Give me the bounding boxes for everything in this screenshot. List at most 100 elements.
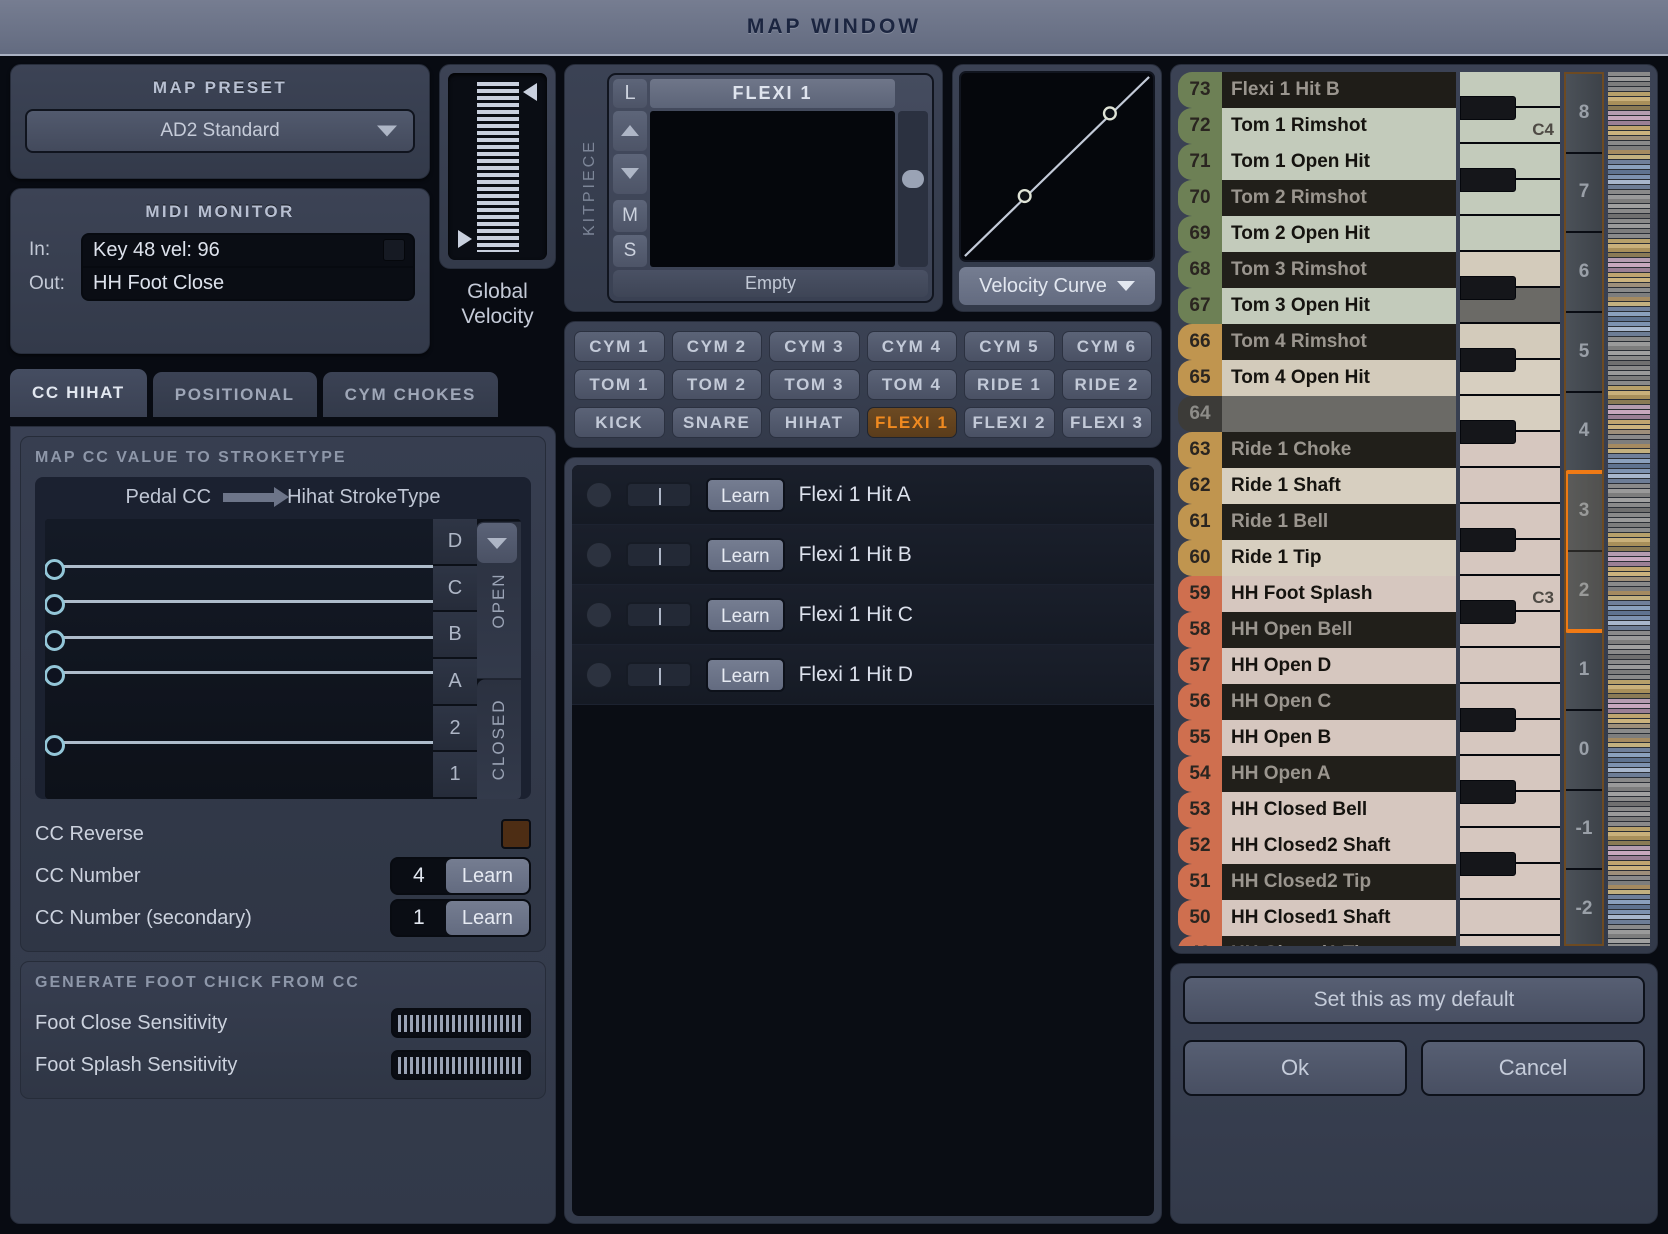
cc-number-secondary-value[interactable]: 1 (392, 901, 446, 935)
tab-positional[interactable]: POSITIONAL (152, 372, 317, 417)
stroke-threshold-lines[interactable] (45, 519, 433, 799)
note-row[interactable]: 60 Ride 1 Tip (1178, 540, 1456, 576)
foot-splash-sensitivity-slider[interactable] (391, 1050, 531, 1080)
kitpiece-scroll-thumb[interactable] (902, 170, 924, 189)
piano-black-key[interactable] (1460, 348, 1516, 372)
note-row[interactable]: 68 Tom 3 Rimshot (1178, 252, 1456, 288)
kitpiece-list[interactable] (650, 110, 895, 267)
note-row[interactable]: 63 Ride 1 Choke (1178, 432, 1456, 468)
cc-number-value[interactable]: 4 (392, 859, 446, 893)
note-row[interactable]: 53 HH Closed Bell (1178, 792, 1456, 828)
piano-white-key[interactable] (1460, 276, 1560, 324)
stroke-preset-dropdown[interactable] (477, 523, 517, 563)
pad-button-tom-1[interactable]: TOM 1 (574, 369, 665, 400)
hit-velocity-slider[interactable] (626, 541, 692, 568)
octave-7[interactable]: 7 (1566, 153, 1602, 234)
tab-cym-chokes[interactable]: CYM CHOKES (322, 372, 498, 417)
kitpiece-mute-button[interactable]: M (613, 199, 647, 232)
hit-learn-button[interactable]: Learn (706, 597, 785, 632)
cc-number-learn-button[interactable]: Learn (445, 859, 529, 893)
stroke-cell-c[interactable]: C (433, 565, 477, 613)
piano-white-key[interactable] (1460, 168, 1560, 216)
stroke-grid[interactable]: D C B A 2 1 OPEN CLOSED (45, 519, 521, 799)
kitpiece-prev-button[interactable] (613, 110, 647, 151)
hit-learn-button[interactable]: Learn (706, 477, 785, 512)
note-row[interactable]: 59 HH Foot Splash (1178, 576, 1456, 612)
octave-4[interactable]: 4 (1566, 392, 1602, 473)
note-row[interactable]: 61 Ride 1 Bell (1178, 504, 1456, 540)
note-row[interactable]: 49HH Closed1 Tip (1178, 936, 1456, 946)
stroke-cell-d[interactable]: D (433, 519, 477, 566)
note-row[interactable]: 69 Tom 2 Open Hit (1178, 216, 1456, 252)
kitpiece-solo-button[interactable]: S (613, 234, 647, 267)
pad-button-kick[interactable]: KICK (574, 407, 665, 438)
hit-velocity-slider[interactable] (626, 481, 692, 508)
tab-cc-hihat[interactable]: CC HIHAT (10, 369, 147, 417)
note-row[interactable]: 58 HH Open Bell (1178, 612, 1456, 648)
velocity-curve-button[interactable]: Velocity Curve (959, 267, 1155, 305)
note-row[interactable]: 57 HH Open D (1178, 648, 1456, 684)
octave-0[interactable]: 0 (1566, 711, 1602, 791)
midi-note-list[interactable]: 73 Flexi 1 Hit B 72 Tom 1 Rimshot 71 Tom 1 Op… (1178, 72, 1456, 946)
pad-button-tom-2[interactable]: TOM 2 (671, 369, 762, 400)
ok-button[interactable]: Ok (1183, 1040, 1407, 1096)
pad-button-cym-3[interactable]: CYM 3 (769, 331, 860, 362)
stroke-cell-b[interactable]: B (433, 612, 477, 660)
stroke-cell-2[interactable]: 2 (433, 705, 477, 753)
stroke-cell-1[interactable]: 1 (433, 752, 477, 799)
pad-button-tom-3[interactable]: TOM 3 (769, 369, 860, 400)
piano-black-key[interactable] (1460, 780, 1516, 804)
pad-button-flexi-2[interactable]: FLEXI 2 (964, 407, 1055, 438)
pad-button-snare[interactable]: SNARE (671, 407, 762, 438)
piano-black-key[interactable] (1460, 528, 1516, 552)
kitpiece-next-button[interactable] (613, 153, 647, 194)
map-preset-dropdown[interactable]: AD2 Standard (25, 109, 415, 153)
stroke-cell-a[interactable]: A (433, 659, 477, 706)
threshold-handle-c[interactable] (45, 594, 433, 615)
note-row[interactable]: 52 HH Closed2 Shaft (1178, 828, 1456, 864)
note-row[interactable]: 71 Tom 1 Open Hit (1178, 144, 1456, 180)
pad-button-ride-2[interactable]: RIDE 2 (1061, 369, 1152, 400)
note-row[interactable]: 65 Tom 4 Open Hit (1178, 360, 1456, 396)
hit-velocity-slider[interactable] (626, 661, 692, 688)
piano-white-key[interactable] (1460, 648, 1560, 684)
octave-6[interactable]: 6 (1566, 233, 1602, 313)
octave-view-selector[interactable] (1566, 470, 1602, 634)
note-row[interactable]: 51 HH Closed2 Tip (1178, 864, 1456, 900)
piano-white-key[interactable] (1460, 216, 1560, 252)
pad-button-flexi-3[interactable]: FLEXI 3 (1061, 407, 1152, 438)
pad-button-flexi-1[interactable]: FLEXI 1 (866, 407, 957, 438)
piano-black-key[interactable] (1460, 420, 1516, 444)
hit-learn-button[interactable]: Learn (706, 657, 785, 692)
piano-white-key[interactable] (1460, 936, 1560, 946)
octave-5[interactable]: 5 (1566, 312, 1602, 393)
hit-learn-button[interactable]: Learn (706, 537, 785, 572)
kitpiece-lock-button[interactable]: L (613, 79, 647, 108)
threshold-handle-2[interactable] (45, 735, 433, 756)
cc-number-secondary-learn-button[interactable]: Learn (445, 901, 529, 935)
octave-1[interactable]: 1 (1566, 631, 1602, 711)
piano-keyboard[interactable]: C4 C3 (1460, 72, 1560, 946)
note-row[interactable]: 55 HH Open B (1178, 720, 1456, 756)
global-velocity-slider[interactable] (448, 73, 547, 260)
piano-black-key[interactable] (1460, 168, 1516, 192)
threshold-handle-d[interactable] (45, 559, 433, 580)
note-row[interactable]: 66 Tom 4 Rimshot (1178, 324, 1456, 360)
cancel-button[interactable]: Cancel (1421, 1040, 1645, 1096)
piano-white-key[interactable] (1460, 780, 1560, 828)
octave-minus1[interactable]: -1 (1566, 790, 1602, 871)
note-row[interactable]: 72 Tom 1 Rimshot (1178, 108, 1456, 144)
piano-white-key[interactable] (1460, 600, 1560, 648)
piano-white-key[interactable] (1460, 468, 1560, 504)
piano-white-key[interactable] (1460, 420, 1560, 468)
cc-reverse-toggle[interactable] (501, 819, 531, 849)
note-row[interactable]: 64 (1178, 396, 1456, 432)
piano-white-key[interactable] (1460, 852, 1560, 900)
piano-black-key[interactable] (1460, 708, 1516, 732)
pad-button-tom-4[interactable]: TOM 4 (866, 369, 957, 400)
set-default-button[interactable]: Set this as my default (1183, 976, 1645, 1024)
note-row[interactable]: 50 HH Closed1 Shaft (1178, 900, 1456, 936)
threshold-handle-b[interactable] (45, 630, 433, 651)
piano-white-key[interactable] (1460, 348, 1560, 396)
pad-button-ride-1[interactable]: RIDE 1 (964, 369, 1055, 400)
